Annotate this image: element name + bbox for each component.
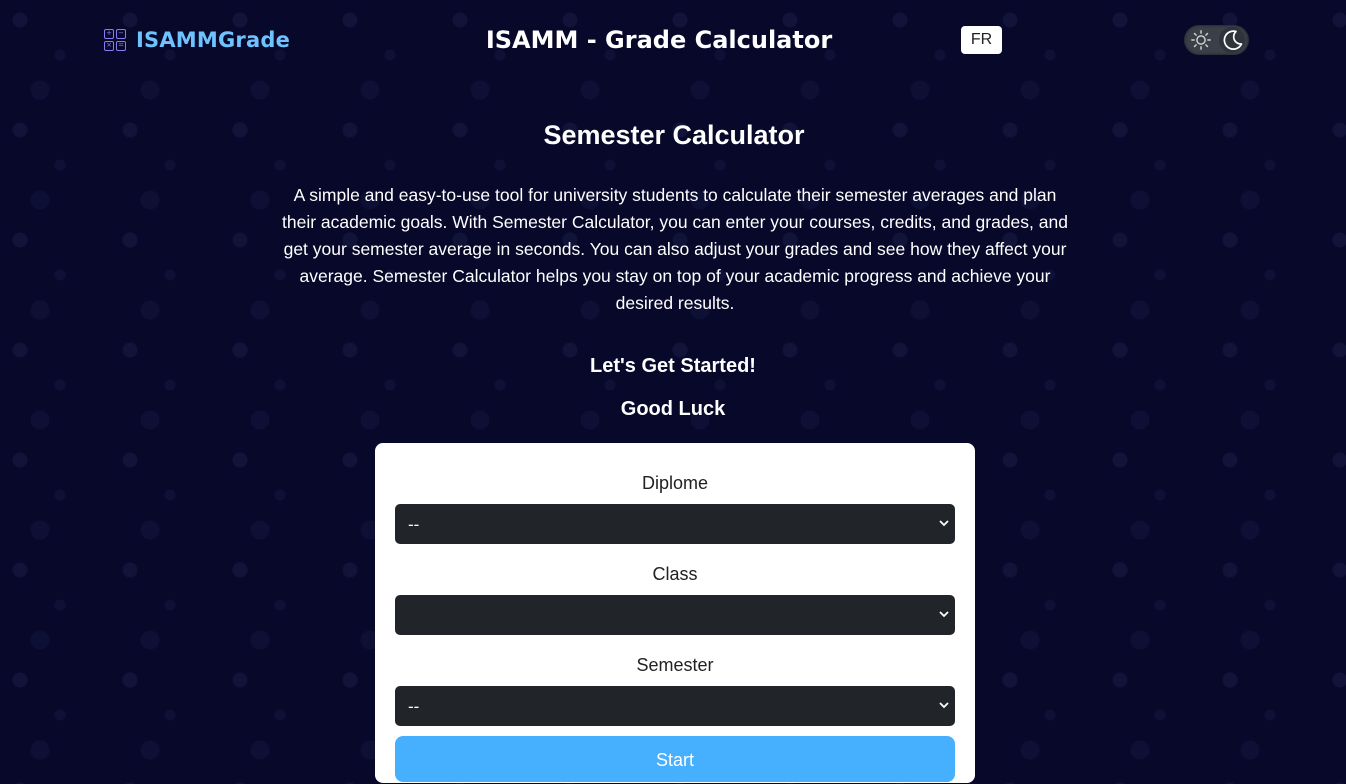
site-title: ISAMM - Grade Calculator [485,26,833,54]
chevron-down-icon [939,702,949,709]
chevron-down-icon [939,611,949,618]
calculator-form-card: Diplome -- Class Semester -- Start [375,443,975,783]
class-label: Class [652,564,698,584]
diplome-selected-value: -- [408,515,420,534]
semester-select[interactable]: -- [395,686,955,726]
semester-label: Semester [636,655,714,675]
page-description: A simple and easy-to-use tool for univer… [282,185,1068,313]
chevron-down-icon [939,520,949,527]
cta-heading: Let's Get Started! [590,355,756,377]
page-title: Semester Calculator [543,120,805,150]
sun-icon [1191,30,1211,50]
theme-toggle[interactable] [1184,25,1249,55]
good-luck-heading: Good Luck [620,398,726,420]
diplome-label: Diplome [641,473,709,493]
start-button[interactable]: Start [395,736,955,782]
class-select[interactable] [395,595,955,635]
moon-icon [1223,30,1243,50]
top-navbar: + − × = ISAMMGrade ISAMM - Grade Calculator… [0,0,1346,80]
diplome-select[interactable]: -- [395,504,955,544]
semester-selected-value: -- [408,697,420,716]
language-button[interactable]: FR [961,26,1002,54]
